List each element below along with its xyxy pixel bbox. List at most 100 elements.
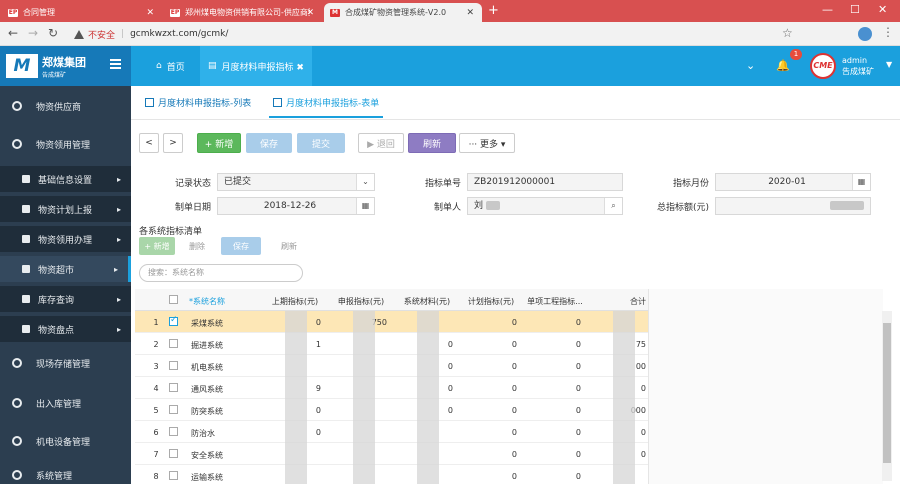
sidebar-item-supplier[interactable]: 物资供应商 [0,94,131,118]
sidebar-item-inventory[interactable]: 物资盘点 ▸ [0,316,131,342]
header-tab-monthly[interactable]: ▤ 月度材料申报指标 ✖ [200,46,312,86]
search-icon[interactable]: ⌕ [604,198,622,214]
row-checkbox[interactable] [169,471,178,480]
grid-save-button[interactable]: 保存 [221,237,261,255]
table-row[interactable]: 1 采煤系统 0 750 0 0 [135,311,648,333]
project-indicator[interactable]: 0 [525,362,581,371]
new-tab-icon[interactable]: + [488,3,499,18]
submit-button[interactable]: 提交 [297,133,345,153]
forward-icon[interactable]: → [28,26,38,40]
column-header[interactable]: 计划指标(元) [461,296,521,307]
user-info[interactable]: admin 告成煤矿 [842,55,874,77]
project-indicator[interactable]: 0 [525,384,581,393]
plan-indicator[interactable]: 0 [461,428,517,437]
column-header[interactable]: 系统材料(元) [397,296,457,307]
sidebar-item-plan-report[interactable]: 物资计划上报 ▸ [0,196,131,222]
window-close-icon[interactable]: ✕ [878,3,887,16]
browser-tab[interactable]: EP 合同管理 ✕ [2,3,162,22]
project-indicator[interactable]: 0 [525,318,581,327]
close-icon[interactable]: ✕ [466,8,474,18]
table-row[interactable]: 8 运输系统 0 0 [135,465,648,484]
project-indicator[interactable]: 0 [525,450,581,459]
profile-avatar[interactable] [858,27,872,41]
column-header[interactable]: 申报指标(元) [331,296,391,307]
table-row[interactable]: 5 防突系统 0 0 0 0 000 [135,399,648,421]
row-checkbox[interactable] [169,449,178,458]
tab-list[interactable]: 月度材料申报指标-列表 [145,96,251,109]
row-checkbox[interactable] [169,315,178,326]
reload-icon[interactable]: ↻ [48,26,58,40]
row-checkbox[interactable] [169,361,178,370]
grid-add-button[interactable]: + 新增 [139,237,175,255]
plan-indicator[interactable]: 0 [461,472,517,481]
sidebar-item-basic-info[interactable]: 基础信息设置 ▸ [0,166,131,192]
calendar-icon[interactable]: ▦ [852,174,870,190]
plan-indicator[interactable]: 0 [461,318,517,327]
sidebar-item-stock-query[interactable]: 库存查询 ▸ [0,286,131,312]
plan-indicator[interactable]: 0 [461,340,517,349]
url-field[interactable]: 不安全 | gcmkwzxt.com/gcmk/ [74,26,228,42]
sidebar-item-system[interactable]: 系统管理 [0,466,131,484]
grid-refresh-button[interactable]: 刷新 [269,237,309,255]
date-field[interactable]: 2018-12-26 ▦ [217,197,375,215]
maximize-icon[interactable]: ☐ [850,3,860,16]
column-header[interactable]: 单项工程指标... [525,296,585,307]
calendar-icon[interactable]: ▦ [356,198,374,214]
month-field[interactable]: 2020-01 ▦ [715,173,871,191]
project-indicator[interactable]: 0 [525,406,581,415]
bookmark-star-icon[interactable]: ☆ [782,26,793,40]
row-checkbox[interactable] [169,405,178,414]
minimize-icon[interactable]: — [822,3,833,16]
next-button[interactable]: > [163,133,183,153]
column-header[interactable]: 合计 [591,296,646,307]
table-row[interactable]: 4 通风系统 9 0 0 0 0 [135,377,648,399]
return-button[interactable]: ▶ 退回 [358,133,404,153]
sidebar-item-onsite-storage[interactable]: 现场存储管理 [0,350,131,376]
save-button[interactable]: 保存 [246,133,292,153]
project-indicator[interactable]: 0 [525,340,581,349]
close-icon[interactable]: ✕ [146,8,154,18]
system-name[interactable]: 掘进系统 [191,340,261,351]
more-button[interactable]: ··· 更多 ▾ [459,133,515,153]
project-indicator[interactable]: 0 [525,472,581,481]
system-name[interactable]: 采煤系统 [191,318,261,329]
system-name[interactable]: 安全系统 [191,450,261,461]
plan-indicator[interactable]: 0 [461,384,517,393]
row-checkbox[interactable] [169,383,178,392]
add-button[interactable]: + 新增 [197,133,241,153]
maker-field[interactable]: 刘 ⌕ [467,197,623,215]
prev-button[interactable]: < [139,133,159,153]
grid-search-input[interactable]: 搜索：系统名称 [139,264,303,282]
select-all-checkbox[interactable] [169,295,178,304]
table-row[interactable]: 6 防治水 0 0 0 0 [135,421,648,443]
plan-indicator[interactable]: 0 [461,362,517,371]
system-name[interactable]: 运输系统 [191,472,261,483]
system-name[interactable]: 防突系统 [191,406,261,417]
tab-form[interactable]: 月度材料申报指标-表单 [268,96,384,118]
double-chevron-down-icon[interactable]: ⌄ [746,59,755,72]
sidebar-item-use-handle[interactable]: 物资领用办理 ▸ [0,226,131,252]
system-name[interactable]: 通风系统 [191,384,261,395]
vertical-scrollbar[interactable] [882,311,892,481]
row-checkbox[interactable] [169,427,178,436]
user-avatar[interactable]: CME [810,53,836,79]
browser-menu-icon[interactable]: ⋮ [882,25,894,39]
plan-indicator[interactable]: 0 [461,450,517,459]
sidebar-item-in-out[interactable]: 出入库管理 [0,390,131,416]
refresh-button[interactable]: 刷新 [408,133,456,153]
chevron-down-icon[interactable]: ⌄ [356,174,374,190]
project-indicator[interactable]: 0 [525,428,581,437]
sidebar-item-material-use[interactable]: 物资领用管理 [0,132,131,156]
hamburger-menu-icon[interactable] [110,59,121,69]
column-header[interactable]: *系统名称 [189,296,259,307]
header-tab-home[interactable]: ⌂ 首页 [148,46,193,86]
sidebar-item-equipment[interactable]: 机电设备管理 [0,428,131,454]
row-checkbox[interactable] [169,339,178,348]
sidebar-item-supermarket[interactable]: 物资超市 ▸ [0,256,131,282]
browser-tab-active[interactable]: M 合成煤矿物资管理系统-V2.0 ✕ [324,3,482,22]
status-select[interactable]: 已提交 ⌄ [217,173,375,191]
back-icon[interactable]: ← [8,26,18,40]
table-row[interactable]: 2 掘进系统 1 0 0 0 75 [135,333,648,355]
system-name[interactable]: 防治水 [191,428,261,439]
plan-indicator[interactable]: 0 [461,406,517,415]
